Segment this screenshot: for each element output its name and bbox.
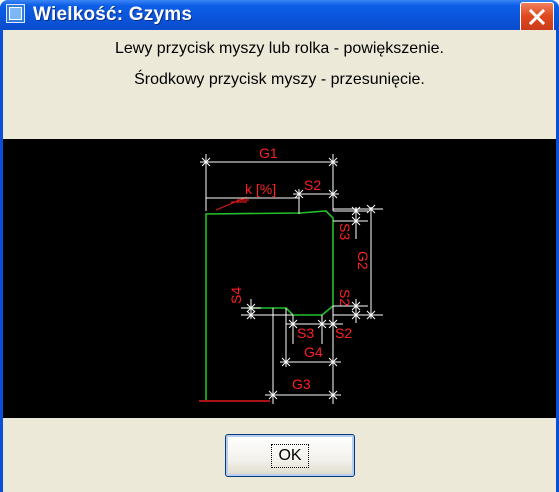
slope-indicator <box>215 196 249 211</box>
label-s2-bottom: S2 <box>335 325 352 341</box>
ok-button[interactable]: OK <box>225 434 355 477</box>
cornice-drawing: G1 S2 k [%] S3 G2 S2 S4 S3 S2 G4 G3 <box>199 145 383 404</box>
close-icon <box>528 8 546 26</box>
label-g1: G1 <box>259 145 278 161</box>
label-g4: G4 <box>304 344 323 360</box>
app-icon-inner <box>9 7 22 20</box>
label-g3: G3 <box>292 376 311 392</box>
title-bar[interactable]: Wielkość: Gzyms <box>0 0 559 32</box>
window-title: Wielkość: Gzyms <box>33 4 193 25</box>
label-s3-bottom: S3 <box>297 325 314 341</box>
profile-outline <box>205 210 334 400</box>
close-button[interactable] <box>520 2 554 32</box>
ok-button-label: OK <box>271 443 309 468</box>
dialog-window: Wielkość: Gzyms Lewy przycisk myszy lub … <box>0 0 559 492</box>
label-s3-right: S3 <box>337 223 353 240</box>
label-s2-top: S2 <box>304 177 321 193</box>
label-s4: S4 <box>228 287 244 304</box>
cornice-profile <box>205 210 334 400</box>
label-k-percent: k [%] <box>245 181 276 197</box>
app-icon[interactable] <box>6 4 25 23</box>
label-s2-right: S2 <box>337 289 353 306</box>
preview-canvas[interactable]: G1 S2 k [%] S3 G2 S2 S4 S3 S2 G4 G3 <box>3 139 556 418</box>
label-g2: G2 <box>355 251 371 270</box>
instruction-line-zoom: Lewy przycisk myszy lub rolka - powiększ… <box>115 40 444 57</box>
dialog-client-area: Lewy przycisk myszy lub rolka - powiększ… <box>3 30 556 492</box>
dimension-lines <box>200 154 383 404</box>
instruction-line-pan: Środkowy przycisk myszy - przesunięcie. <box>134 71 425 88</box>
